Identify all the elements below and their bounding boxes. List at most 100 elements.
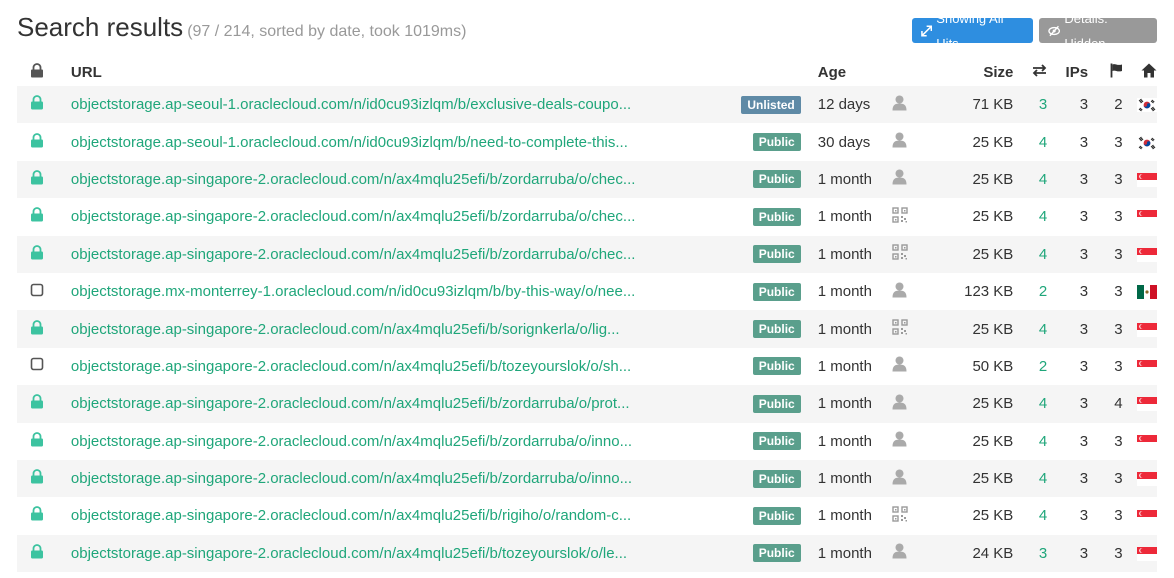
hits-link[interactable]: 4 — [1013, 235, 1048, 273]
result-url-link[interactable]: objectstorage.mx-monterrey-1.oraclecloud… — [71, 283, 635, 300]
hits-link[interactable]: 4 — [1013, 459, 1048, 498]
lock-icon — [17, 198, 71, 235]
col-url[interactable]: URL — [71, 58, 721, 86]
col-visibility — [721, 58, 801, 86]
url-cell: objectstorage.ap-singapore-2.oraclecloud… — [70, 534, 722, 573]
hits-link[interactable]: 4 — [1013, 310, 1048, 348]
unlocked-icon — [17, 273, 71, 310]
reports-cell: 3 — [1088, 235, 1123, 273]
country-flag-icon — [1122, 534, 1157, 573]
hits-link[interactable]: 2 — [1013, 348, 1047, 385]
lock-icon — [17, 123, 71, 160]
visibility-cell: Public — [721, 123, 801, 160]
table-row[interactable]: objectstorage.ap-singapore-2.oraclecloud… — [17, 423, 1157, 460]
size-cell: 25 KB — [972, 432, 1014, 450]
size-cell: 25 KB — [972, 507, 1014, 525]
age-cell: 12 days — [800, 86, 892, 124]
hits-link[interactable]: 3 — [1013, 534, 1048, 573]
url-cell: objectstorage.ap-singapore-2.oraclecloud… — [70, 385, 722, 423]
hits-link[interactable]: 3 — [1013, 86, 1048, 124]
reports-cell: 3 — [1114, 133, 1123, 151]
flag-icon — [1110, 63, 1122, 77]
url-cell: objectstorage.ap-singapore-2.oraclecloud… — [70, 160, 722, 199]
ips-cell: 3 — [1079, 357, 1089, 375]
url-cell: objectstorage.ap-singapore-2.oraclecloud… — [71, 497, 721, 534]
col-reports[interactable] — [1088, 58, 1123, 86]
reports-cell: 3 — [1088, 160, 1123, 199]
visibility-badge: Public — [752, 506, 801, 525]
reports-cell: 3 — [1114, 432, 1123, 450]
size-cell: 25 KB — [934, 160, 1014, 199]
col-secure[interactable] — [17, 58, 71, 86]
result-url-link[interactable]: objectstorage.ap-singapore-2.oraclecloud… — [71, 433, 632, 450]
hits-link[interactable]: 4 — [1013, 198, 1047, 235]
table-row[interactable]: objectstorage.ap-singapore-2.oraclecloud… — [17, 235, 1157, 273]
table-row[interactable]: objectstorage.ap-singapore-2.oraclecloud… — [17, 348, 1157, 385]
col-hits[interactable] — [1013, 58, 1047, 86]
result-url-link[interactable]: objectstorage.ap-seoul-1.oraclecloud.com… — [71, 134, 628, 151]
age-cell: 1 month — [800, 160, 892, 199]
ips-cell: 3 — [1047, 459, 1089, 498]
col-country[interactable] — [1123, 58, 1157, 86]
expand-icon — [921, 25, 933, 36]
eye-slash-icon — [1048, 25, 1061, 36]
size-cell: 25 KB — [972, 133, 1014, 151]
table-row[interactable]: objectstorage.ap-singapore-2.oraclecloud… — [17, 198, 1157, 235]
hits-link[interactable]: 4 — [1013, 160, 1048, 199]
table-row[interactable]: objectstorage.mx-monterrey-1.oraclecloud… — [17, 273, 1157, 310]
lock-icon — [17, 459, 71, 498]
table-row[interactable]: objectstorage.ap-singapore-2.oraclecloud… — [17, 497, 1157, 534]
results-table: URL Age Size IPs objectstorage.ap-seoul-… — [17, 58, 1157, 573]
age-cell: 1 month — [817, 208, 872, 226]
size-cell: 50 KB — [972, 357, 1014, 375]
ips-cell: 3 — [1079, 133, 1089, 151]
table-row[interactable]: objectstorage.ap-singapore-2.oraclecloud… — [17, 534, 1157, 573]
user-icon — [892, 273, 935, 310]
url-cell: objectstorage.mx-monterrey-1.oraclecloud… — [71, 273, 721, 310]
ips-cell: 3 — [1047, 160, 1089, 199]
hits-link[interactable]: 4 — [1013, 385, 1048, 423]
result-url-link[interactable]: objectstorage.ap-singapore-2.oraclecloud… — [71, 321, 620, 338]
user-icon — [891, 534, 935, 573]
result-url-link[interactable]: objectstorage.ap-singapore-2.oraclecloud… — [71, 470, 632, 487]
user-icon — [891, 86, 935, 124]
result-url-link[interactable]: objectstorage.ap-singapore-2.oraclecloud… — [71, 545, 627, 562]
details-toggle-label: Details: Hidden — [1064, 10, 1108, 51]
table-row[interactable]: objectstorage.ap-singapore-2.oraclecloud… — [17, 310, 1157, 348]
url-cell: objectstorage.ap-singapore-2.oraclecloud… — [70, 235, 722, 273]
country-flag-icon — [1123, 423, 1157, 460]
ips-cell: 3 — [1079, 283, 1089, 301]
result-url-link[interactable]: objectstorage.ap-singapore-2.oraclecloud… — [71, 507, 631, 524]
result-url-link[interactable]: objectstorage.ap-singapore-2.oraclecloud… — [71, 358, 631, 375]
user-icon — [891, 459, 935, 498]
country-flag-icon — [1123, 348, 1157, 385]
table-row[interactable]: objectstorage.ap-singapore-2.oraclecloud… — [17, 160, 1157, 199]
visibility-cell: Public — [721, 423, 801, 460]
details-toggle-button[interactable]: Details: Hidden — [1039, 11, 1157, 51]
result-url-link[interactable]: objectstorage.ap-singapore-2.oraclecloud… — [71, 208, 636, 225]
hits-link[interactable]: 4 — [1013, 497, 1047, 534]
country-flag-icon — [1123, 123, 1157, 160]
result-url-link[interactable]: objectstorage.ap-singapore-2.oraclecloud… — [71, 395, 630, 412]
visibility-badge: Public — [752, 432, 801, 451]
col-ips[interactable]: IPs — [1047, 58, 1089, 86]
country-flag-icon — [1122, 86, 1157, 124]
age-cell: 1 month — [800, 235, 892, 273]
col-age[interactable]: Age — [801, 58, 892, 86]
result-url-link[interactable]: objectstorage.ap-singapore-2.oraclecloud… — [71, 171, 636, 188]
table-row[interactable]: objectstorage.ap-seoul-1.oraclecloud.com… — [17, 123, 1157, 160]
result-url-link[interactable]: objectstorage.ap-seoul-1.oraclecloud.com… — [71, 96, 631, 113]
table-row[interactable]: objectstorage.ap-seoul-1.oraclecloud.com… — [17, 86, 1157, 124]
size-cell: 24 KB — [934, 534, 1014, 573]
table-row[interactable]: objectstorage.ap-singapore-2.oraclecloud… — [17, 459, 1157, 498]
hits-link[interactable]: 2 — [1013, 273, 1047, 310]
col-size[interactable]: Size — [935, 58, 1013, 86]
hits-link[interactable]: 4 — [1013, 423, 1047, 460]
hits-link[interactable]: 4 — [1013, 123, 1047, 160]
table-row[interactable]: objectstorage.ap-singapore-2.oraclecloud… — [17, 385, 1157, 423]
country-flag-icon — [1122, 459, 1157, 498]
ips-cell: 3 — [1047, 235, 1089, 273]
showing-all-hits-button[interactable]: Showing All Hits — [912, 11, 1033, 51]
country-flag-icon — [1122, 385, 1157, 423]
result-url-link[interactable]: objectstorage.ap-singapore-2.oraclecloud… — [71, 246, 636, 263]
